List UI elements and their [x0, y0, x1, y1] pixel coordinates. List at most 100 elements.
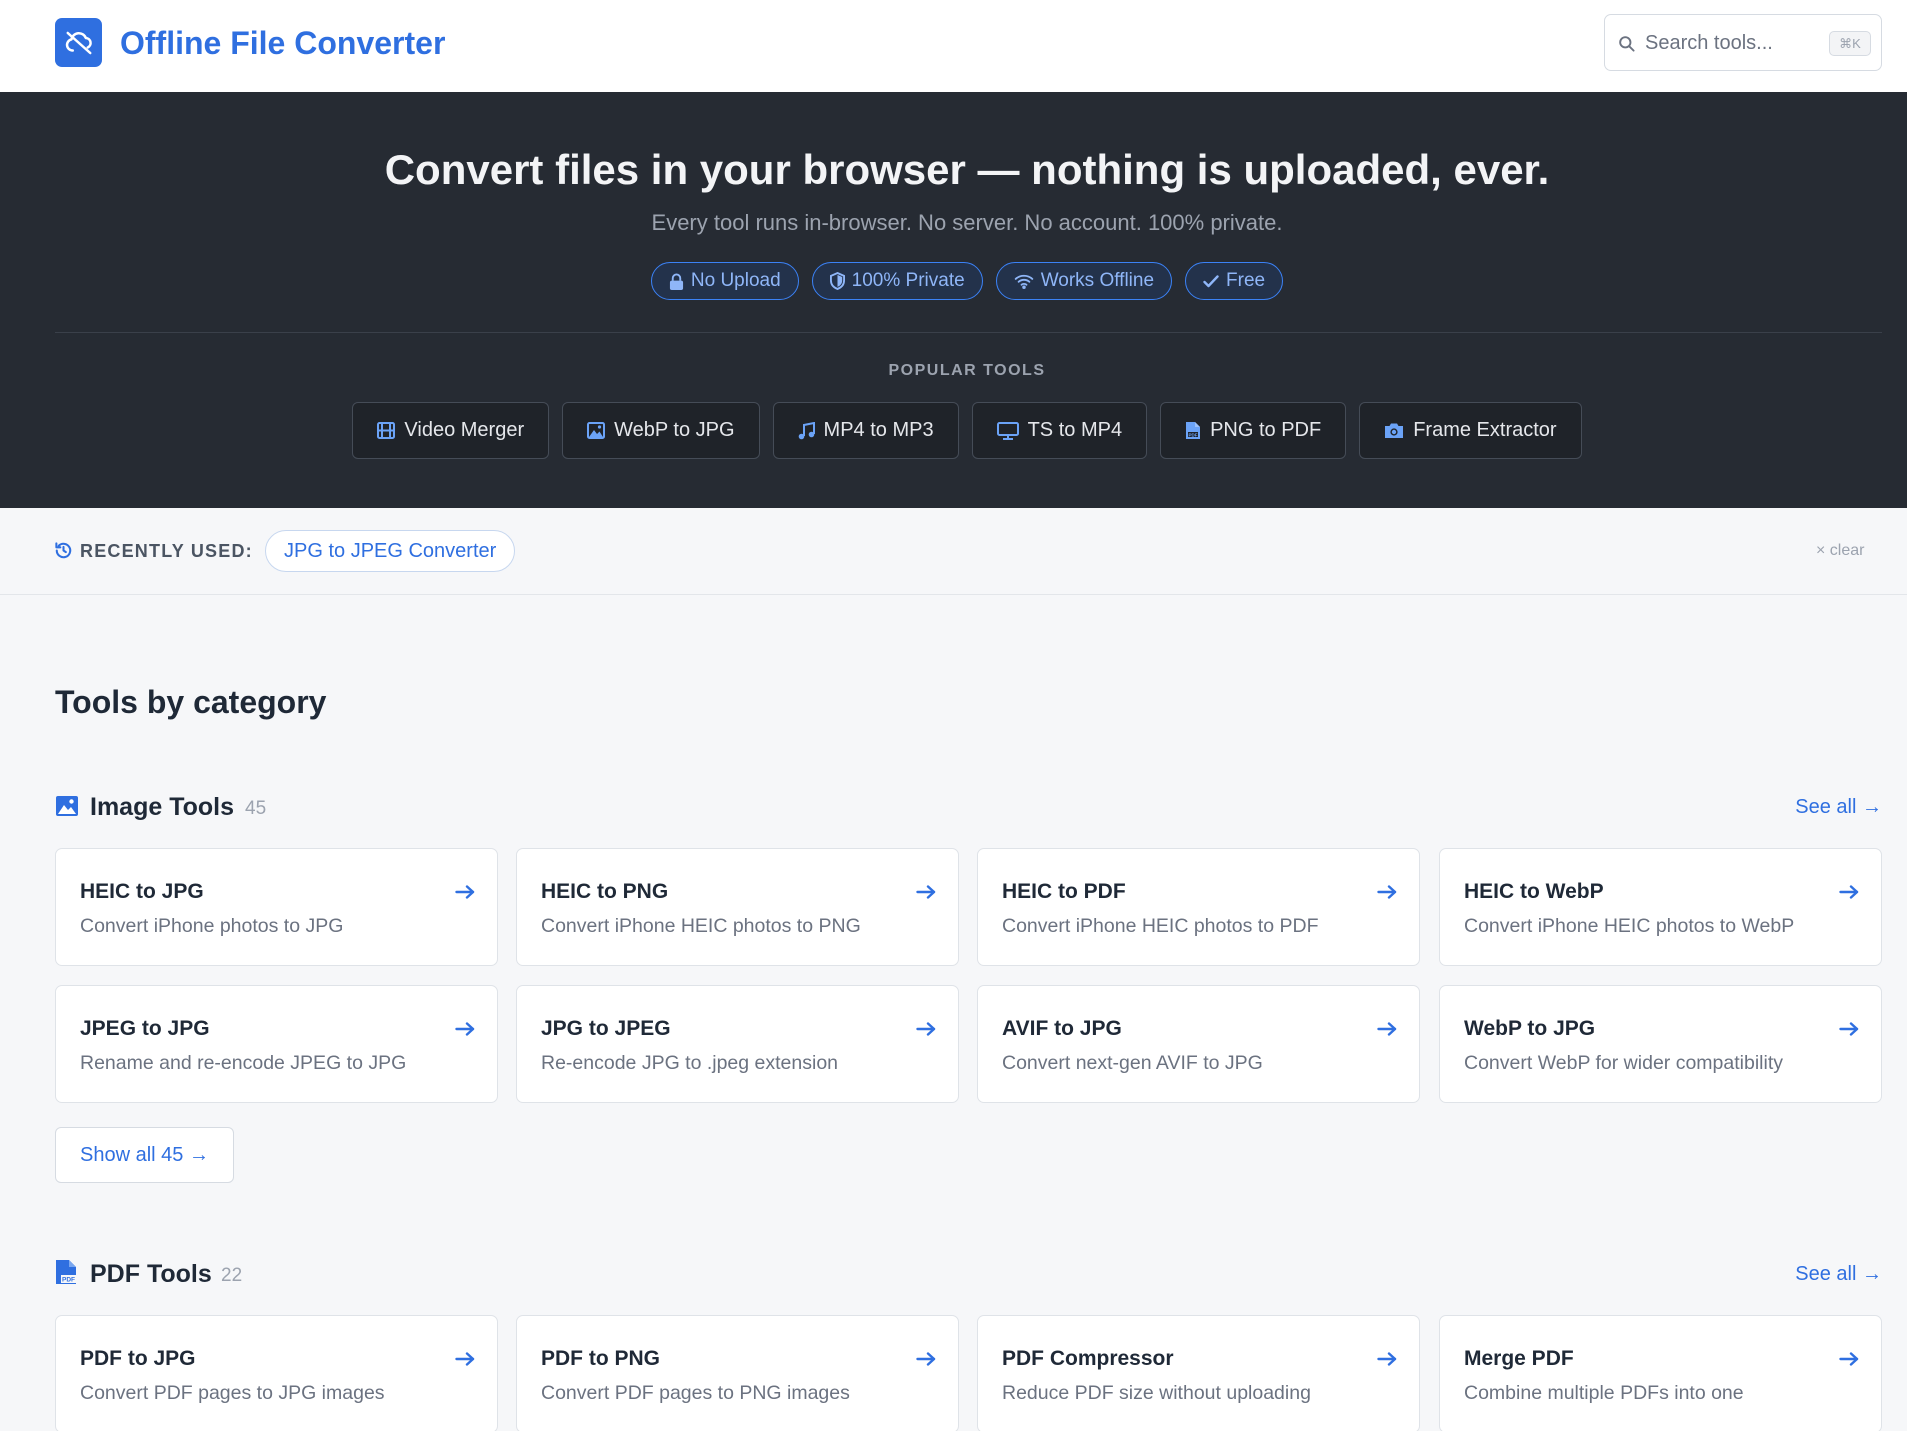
image-tools-see-all-link[interactable]: See all →: [1795, 796, 1882, 819]
badge-offline: Works Offline: [995, 262, 1173, 300]
shield-icon: [829, 272, 845, 290]
tool-card-heic-to-jpg[interactable]: HEIC to JPG Convert iPhone photos to JPG: [55, 848, 498, 966]
tool-card-pdf-to-jpg[interactable]: PDF to JPG Convert PDF pages to JPG imag…: [55, 1315, 498, 1431]
arrow-right-icon: [1839, 885, 1859, 899]
arrow-right-icon: [455, 1022, 475, 1036]
popular-ts-to-mp4-button[interactable]: TS to MP4: [971, 402, 1148, 459]
tool-card-title: HEIC to WebP: [1464, 880, 1604, 903]
pdf-file-icon: PDF: [1185, 421, 1201, 440]
arrow-right-icon: [1839, 1352, 1859, 1366]
tool-card-heic-to-png[interactable]: HEIC to PNG Convert iPhone HEIC photos t…: [516, 848, 959, 966]
tool-card-title: PDF to JPG: [80, 1347, 196, 1370]
image-icon: [587, 422, 606, 439]
tool-card-description: Convert iPhone HEIC photos to PNG: [541, 915, 861, 937]
tool-card-description: Convert iPhone photos to JPG: [80, 915, 344, 937]
popular-png-to-pdf-button[interactable]: PDF PNG to PDF: [1160, 402, 1347, 459]
clear-recent-button[interactable]: × clear: [1816, 542, 1864, 560]
recent-item-chip[interactable]: JPG to JPEG Converter: [265, 530, 516, 572]
feature-badges: No Upload 100% Private Works Offline Fre…: [0, 262, 1907, 300]
tool-card-title: WebP to JPG: [1464, 1017, 1596, 1040]
monitor-icon: [996, 421, 1019, 440]
tool-card-pdf-to-png[interactable]: PDF to PNG Convert PDF pages to PNG imag…: [516, 1315, 959, 1431]
arrow-right-icon: [1377, 1022, 1397, 1036]
film-icon: [377, 422, 396, 439]
tool-card-description: Convert next-gen AVIF to JPG: [1002, 1052, 1263, 1074]
badge-private: 100% Private: [811, 262, 983, 300]
pdf-file-icon: PDF: [55, 1259, 77, 1285]
tool-card-jpeg-to-jpg[interactable]: JPEG to JPG Rename and re-encode JPEG to…: [55, 985, 498, 1103]
svg-text:PDF: PDF: [62, 1277, 75, 1284]
tool-card-jpg-to-jpeg[interactable]: JPG to JPEG Re-encode JPG to .jpeg exten…: [516, 985, 959, 1103]
tool-card-title: HEIC to PDF: [1002, 880, 1126, 903]
popular-frame-extractor-button[interactable]: Frame Extractor: [1359, 402, 1582, 459]
pdf-tools-title: PDF Tools: [90, 1260, 212, 1288]
app-logo-icon[interactable]: [55, 18, 102, 67]
arrow-right-icon: [1377, 1352, 1397, 1366]
tool-card-description: Convert iPhone HEIC photos to PDF: [1002, 915, 1319, 937]
tool-card-description: Convert WebP for wider compatibility: [1464, 1052, 1783, 1074]
tool-card-merge-pdf[interactable]: Merge PDF Combine multiple PDFs into one: [1439, 1315, 1882, 1431]
hero-subtitle: Every tool runs in-browser. No server. N…: [651, 210, 1283, 235]
wifi-icon: [1014, 273, 1034, 289]
tool-card-description: Convert PDF pages to PNG images: [541, 1382, 850, 1404]
tool-card-title: JPG to JPEG: [541, 1017, 671, 1040]
tool-card-description: Re-encode JPG to .jpeg extension: [541, 1052, 839, 1074]
tool-card-title: HEIC to PNG: [541, 880, 669, 903]
hero-divider: [55, 332, 1882, 333]
image-tools-title: Image Tools: [90, 793, 235, 821]
pdf-tools-count: 22: [221, 1265, 243, 1286]
popular-tools: Video Merger WebP to JPG MP4 to MP3 TS t…: [0, 402, 1907, 459]
music-icon: [798, 421, 815, 440]
arrow-right-icon: [1839, 1022, 1859, 1036]
tool-card-title: PDF Compressor: [1002, 1347, 1174, 1370]
svg-text:PDF: PDF: [1189, 432, 1198, 437]
camera-icon: [1384, 422, 1404, 439]
lock-icon: [669, 273, 684, 290]
popular-webp-to-jpg-button[interactable]: WebP to JPG: [562, 402, 760, 459]
pdf-tools-see-all-link[interactable]: See all →: [1795, 1263, 1882, 1286]
tool-card-title: PDF to PNG: [541, 1347, 660, 1370]
arrow-right-icon: [1377, 885, 1397, 899]
tools-by-category-heading: Tools by category: [55, 684, 327, 720]
check-icon: [1203, 274, 1219, 288]
badge-free: Free: [1185, 262, 1284, 300]
arrow-right-icon: [916, 1022, 936, 1036]
search-icon: [1617, 34, 1636, 53]
app-title[interactable]: Offline File Converter: [120, 24, 445, 62]
tool-card-description: Rename and re-encode JPEG to JPG: [80, 1052, 407, 1074]
recently-used-bar: RECENTLY USED: JPG to JPEG Converter × c…: [0, 508, 1907, 595]
tool-card-heic-to-webp[interactable]: HEIC to WebP Convert iPhone HEIC photos …: [1439, 848, 1882, 966]
show-all-image-tools-button[interactable]: Show all 45 →: [55, 1127, 234, 1183]
image-icon: [55, 795, 79, 817]
recently-used-label: RECENTLY USED:: [80, 541, 253, 561]
tool-card-description: Convert PDF pages to JPG images: [80, 1382, 385, 1404]
image-tools-header: Image Tools 45 See all →: [55, 790, 1882, 824]
tool-card-title: AVIF to JPG: [1002, 1017, 1122, 1040]
pdf-tools-header: PDF PDF Tools 22 See all →: [55, 1257, 1882, 1291]
search-input[interactable]: [1645, 29, 1825, 57]
arrow-right-icon: [455, 1352, 475, 1366]
tool-card-title: HEIC to JPG: [80, 880, 204, 903]
tool-card-pdf-compressor[interactable]: PDF Compressor Reduce PDF size without u…: [977, 1315, 1420, 1431]
tool-card-description: Reduce PDF size without uploading: [1002, 1382, 1311, 1404]
tool-card-webp-to-jpg[interactable]: WebP to JPG Convert WebP for wider compa…: [1439, 985, 1882, 1103]
hero-title: Convert files in your browser — nothing …: [384, 146, 1550, 193]
tool-card-description: Convert iPhone HEIC photos to WebP: [1464, 915, 1795, 937]
tool-card-avif-to-jpg[interactable]: AVIF to JPG Convert next-gen AVIF to JPG: [977, 985, 1420, 1103]
history-icon: [54, 541, 73, 560]
tool-card-heic-to-pdf[interactable]: HEIC to PDF Convert iPhone HEIC photos t…: [977, 848, 1420, 966]
arrow-right-icon: [916, 885, 936, 899]
popular-mp4-to-mp3-button[interactable]: MP4 to MP3: [772, 402, 959, 459]
tool-card-description: Combine multiple PDFs into one: [1464, 1382, 1744, 1404]
search-shortcut-hint: ⌘K: [1829, 31, 1871, 56]
arrow-right-icon: [916, 1352, 936, 1366]
image-tools-count: 45: [245, 798, 267, 819]
top-header: Offline File Converter ⌘K: [0, 0, 1907, 92]
tool-card-title: Merge PDF: [1464, 1347, 1574, 1370]
popular-tools-label: POPULAR TOOLS: [888, 362, 1046, 379]
arrow-right-icon: [455, 885, 475, 899]
search-box[interactable]: ⌘K: [1604, 14, 1882, 71]
tool-card-title: JPEG to JPG: [80, 1017, 210, 1040]
badge-no-upload: No Upload: [650, 262, 799, 300]
popular-video-merger-button[interactable]: Video Merger: [352, 402, 550, 459]
